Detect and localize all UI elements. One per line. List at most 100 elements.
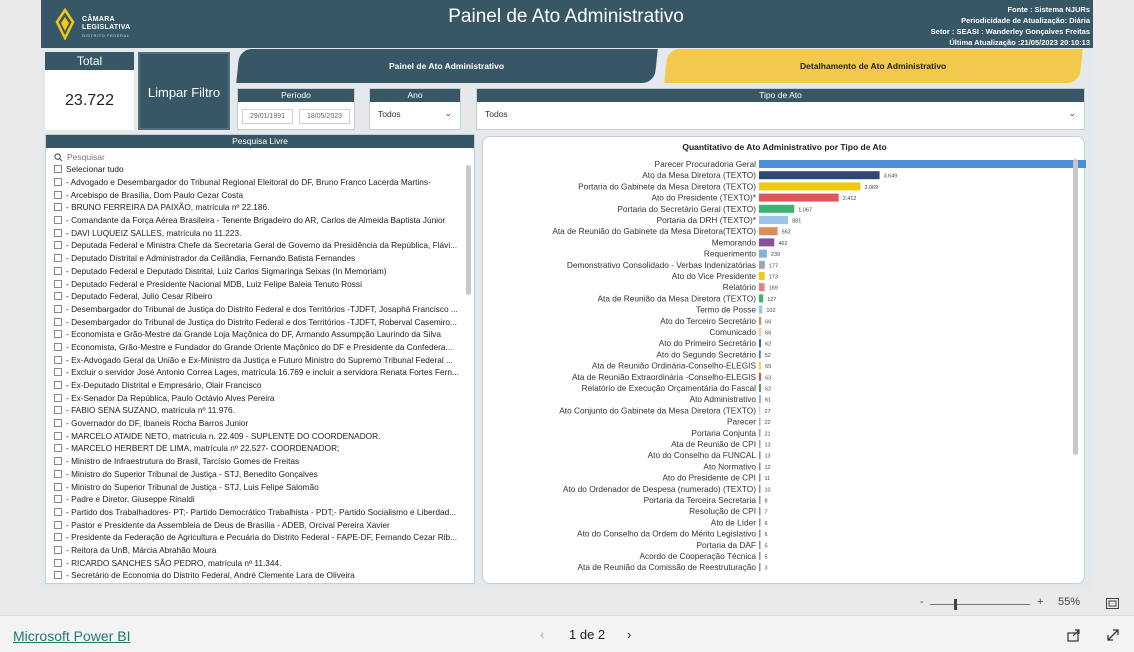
list-item[interactable]: - Ex-Advogado Geral da União e Ex-Minist… bbox=[54, 353, 462, 366]
bar[interactable] bbox=[759, 294, 764, 303]
list-item[interactable]: - Presidente da Federação de Agricultura… bbox=[54, 531, 462, 544]
bar[interactable] bbox=[759, 171, 880, 180]
checkbox[interactable] bbox=[54, 241, 62, 250]
tab-panel[interactable]: Painel de Ato Administrativo bbox=[236, 49, 658, 83]
bar[interactable] bbox=[759, 518, 761, 527]
bar[interactable] bbox=[759, 507, 761, 516]
bar[interactable] bbox=[759, 361, 762, 370]
year-dropdown[interactable]: Todos ⌄ bbox=[370, 102, 460, 119]
list-item[interactable]: - Advogado e Desembargador do Tribunal R… bbox=[54, 176, 462, 189]
list-scrollbar[interactable] bbox=[466, 165, 471, 295]
checkbox[interactable] bbox=[54, 190, 62, 199]
checkbox[interactable] bbox=[54, 292, 62, 301]
next-page-icon[interactable]: › bbox=[627, 627, 631, 642]
start-date-input[interactable]: 29/01/1991 bbox=[242, 109, 293, 124]
list-item[interactable]: - Desembargador do Tribunal de Justiça d… bbox=[54, 303, 462, 316]
checkbox[interactable] bbox=[54, 304, 62, 313]
bar[interactable] bbox=[759, 216, 789, 224]
bar[interactable] bbox=[759, 339, 762, 348]
checkbox[interactable] bbox=[54, 368, 62, 377]
bar[interactable] bbox=[759, 496, 761, 504]
bar[interactable] bbox=[759, 238, 775, 247]
checkbox[interactable] bbox=[54, 216, 62, 225]
list-item[interactable]: - Ministro de Infraestrutura do Brasil, … bbox=[54, 455, 462, 468]
bar[interactable] bbox=[759, 227, 778, 236]
select-all-item[interactable]: Selecionar tudo bbox=[54, 163, 462, 176]
zoom-slider-track[interactable] bbox=[930, 604, 1030, 605]
list-item[interactable]: - Ministro do Superior Tribunal de Justi… bbox=[54, 480, 462, 493]
list-item[interactable]: - BRUNO FERREIRA DA PAIXÃO, matrícula nº… bbox=[54, 201, 462, 214]
end-date-input[interactable]: 18/05/2023 bbox=[299, 109, 350, 124]
bar[interactable] bbox=[759, 540, 761, 549]
power-bi-link[interactable]: Microsoft Power BI bbox=[13, 628, 130, 644]
checkbox[interactable] bbox=[54, 419, 62, 428]
bar[interactable] bbox=[759, 529, 761, 538]
zoom-in-button[interactable]: + bbox=[1037, 596, 1043, 608]
list-item[interactable]: - Secretário de Economia do Distrito Fed… bbox=[54, 569, 462, 581]
checkbox[interactable] bbox=[54, 165, 62, 174]
checkbox[interactable] bbox=[54, 482, 62, 491]
list-item[interactable]: - Ex-Senador Da República, Paulo Octávio… bbox=[54, 391, 462, 404]
checkbox[interactable] bbox=[54, 533, 62, 542]
checkbox[interactable] bbox=[54, 495, 62, 504]
checkbox[interactable] bbox=[54, 520, 62, 529]
bar[interactable] bbox=[759, 160, 1086, 168]
checkbox[interactable] bbox=[54, 254, 62, 263]
list-item[interactable]: - Economista, Grão-Mestre e Fundador do … bbox=[54, 341, 462, 354]
bar[interactable] bbox=[759, 204, 795, 213]
list-item[interactable]: - Padre e Diretor, Giuseppe Rinaldi bbox=[54, 493, 462, 506]
prev-page-icon[interactable]: ‹ bbox=[540, 627, 544, 642]
tab-detail[interactable]: Detalhamento de Ato Administrativo bbox=[664, 49, 1083, 83]
list-item[interactable]: - Ministro do Superior Tribunal de Justi… bbox=[54, 468, 462, 481]
checkbox[interactable] bbox=[54, 558, 62, 567]
clear-filter-button[interactable]: Limpar Filtro bbox=[138, 52, 230, 130]
checkbox[interactable] bbox=[54, 203, 62, 212]
bar[interactable] bbox=[759, 406, 761, 415]
list-item[interactable]: - Comandante da Força Aérea Brasileira -… bbox=[54, 214, 462, 227]
bar[interactable] bbox=[759, 193, 839, 202]
list-item[interactable]: - Excluir o servidor José Antonio Correa… bbox=[54, 366, 462, 379]
list-item[interactable]: - Economista e Grão-Mestre da Grande Loj… bbox=[54, 328, 462, 341]
bar[interactable] bbox=[759, 350, 761, 359]
list-item[interactable]: - Deputado Federal e Presidente Nacional… bbox=[54, 277, 462, 290]
checkbox[interactable] bbox=[54, 571, 62, 580]
list-item[interactable]: - DAVI LUQUEIZ SALLES, matrícula no 11.2… bbox=[54, 226, 462, 239]
checkbox[interactable] bbox=[54, 279, 62, 288]
bar[interactable] bbox=[759, 395, 762, 404]
checkbox[interactable] bbox=[54, 507, 62, 516]
bar[interactable] bbox=[759, 249, 767, 258]
list-item[interactable]: - Ex-Deputado Distrital e Empresário, Ol… bbox=[54, 379, 462, 392]
bar[interactable] bbox=[759, 552, 761, 560]
checkbox[interactable] bbox=[54, 469, 62, 478]
bar[interactable] bbox=[759, 305, 763, 314]
checkbox[interactable] bbox=[54, 457, 62, 466]
bar[interactable] bbox=[759, 451, 761, 460]
bar[interactable] bbox=[759, 462, 761, 471]
checkbox[interactable] bbox=[54, 330, 62, 339]
chart-scrollbar[interactable] bbox=[1073, 159, 1078, 455]
checkbox[interactable] bbox=[54, 406, 62, 415]
search-input[interactable]: Pesquisar bbox=[46, 148, 474, 163]
list-item[interactable]: - Partido dos Trabalhadores- PT;- Partid… bbox=[54, 506, 462, 519]
list-item[interactable]: - Desembargador do Tribunal de Justiça d… bbox=[54, 315, 462, 328]
zoom-slider-thumb[interactable] bbox=[954, 599, 957, 610]
list-item[interactable]: - Reitora da UnB, Márcia Abrahão Moura bbox=[54, 544, 462, 557]
bar[interactable] bbox=[759, 484, 761, 493]
checkbox[interactable] bbox=[54, 317, 62, 326]
checkbox[interactable] bbox=[54, 444, 62, 453]
checkbox[interactable] bbox=[54, 355, 62, 364]
bar[interactable] bbox=[759, 563, 761, 572]
checkbox[interactable] bbox=[54, 178, 62, 187]
bar[interactable] bbox=[759, 316, 762, 325]
list-item[interactable]: - Deputado Federal e Deputado Distrital,… bbox=[54, 265, 462, 278]
type-dropdown[interactable]: Todos ⌄ bbox=[477, 102, 1084, 119]
bar[interactable] bbox=[759, 260, 765, 269]
list-item[interactable]: - Deputado Federal, Julio Cesar Ribeiro bbox=[54, 290, 462, 303]
list-item[interactable]: - Governador do DF, Ibaneis Rocha Barros… bbox=[54, 417, 462, 430]
checkbox[interactable] bbox=[54, 342, 62, 351]
bar[interactable] bbox=[759, 417, 761, 426]
list-item[interactable]: - Deputada Federal e Ministra Chefe da S… bbox=[54, 239, 462, 252]
list-item[interactable]: - MARCELO ATAIDE NETO, matrícula n. 22.4… bbox=[54, 429, 462, 442]
share-icon[interactable] bbox=[1067, 628, 1081, 642]
fit-page-icon[interactable] bbox=[1106, 598, 1119, 609]
